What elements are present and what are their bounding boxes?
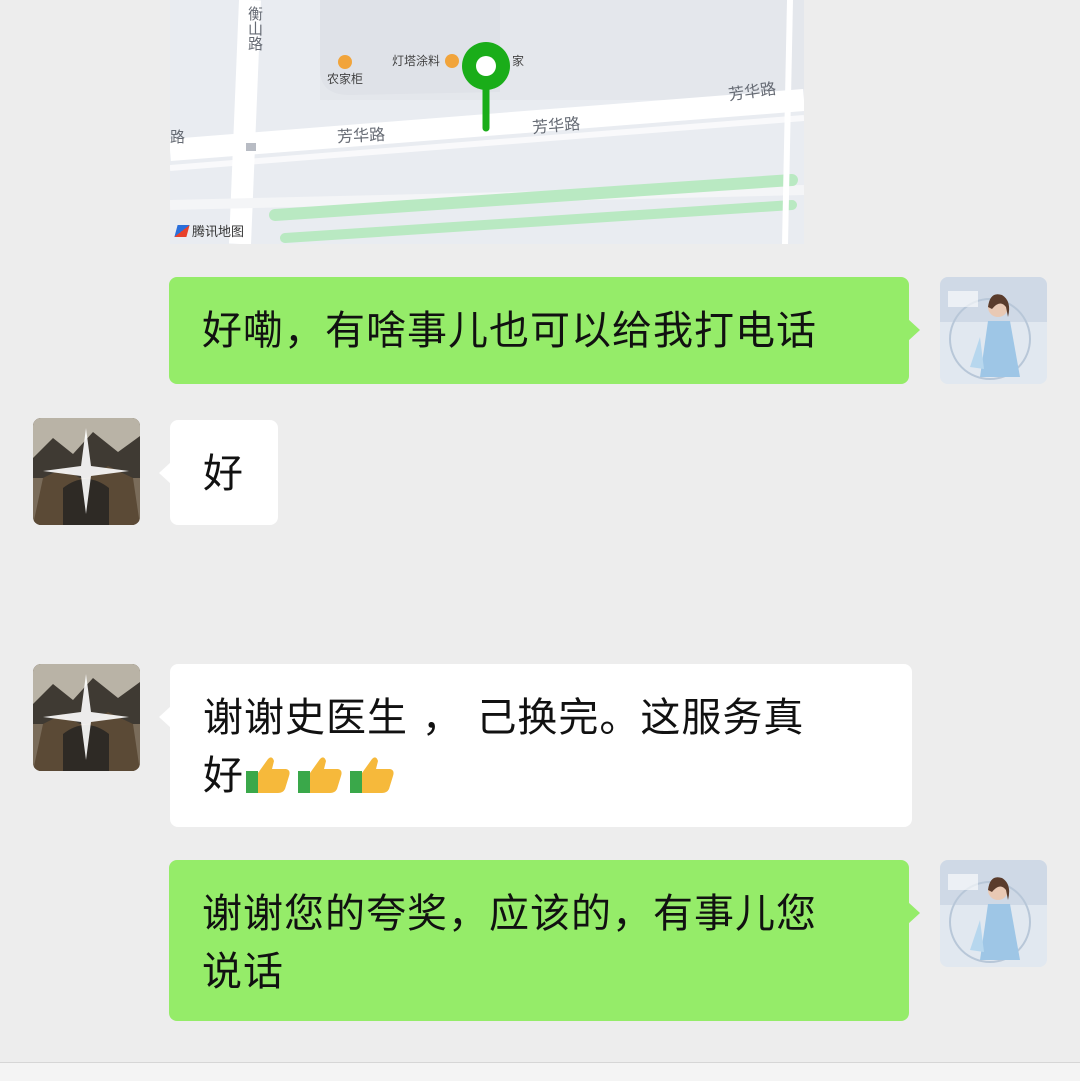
road-label-fanghua-2: 芳华路 (531, 113, 581, 138)
message-text-line2: 好 (203, 753, 244, 799)
map-watermark: 腾讯地图 (174, 221, 245, 240)
thumbs-up-emoji-group (244, 755, 396, 795)
thumbs-up-icon (298, 757, 342, 793)
message-bubble-self[interactable]: 谢谢您的夸奖，应该的，有事儿您 说话 (169, 860, 920, 1021)
road-label-edge: 路 (170, 128, 186, 146)
thumbs-up-icon (350, 757, 394, 793)
message-bubble-other[interactable]: 谢谢史医生 ， 己换完。这服务真 好 (159, 664, 912, 827)
message-bubble-self[interactable]: 好嘞，有啥事儿也可以给我打电话 (169, 277, 920, 384)
message-bubble-other[interactable]: 好 (159, 420, 278, 525)
map-canvas (170, 0, 804, 244)
location-map-card[interactable]: 衡山路 芳华路 芳华路 芳华路 路 农家柜 灯塔涂料 家 腾讯地图 (170, 0, 804, 244)
map-watermark-text: 腾讯地图 (192, 225, 245, 240)
message-text-line2: 说话 (202, 949, 284, 995)
avatar[interactable] (33, 664, 140, 771)
tencent-map-logo-icon (174, 224, 190, 237)
poi-label-dengta: 灯塔涂料 (392, 54, 441, 68)
road-label-fanghua-1: 芳华路 (336, 124, 386, 147)
self-avatar-image (940, 860, 1047, 967)
poi-label-jia: 家 (512, 54, 525, 68)
avatar[interactable] (33, 418, 140, 525)
thumbs-up-icon (246, 757, 290, 793)
self-avatar-image (940, 277, 1047, 384)
input-bar-edge (0, 1062, 1080, 1081)
other-avatar-image (33, 664, 140, 771)
avatar[interactable] (940, 277, 1047, 384)
message-text: 谢谢您的夸奖，应该的，有事儿您 (202, 891, 817, 937)
message-text: 谢谢史医生 ， 己换完。这服务真 (203, 695, 805, 741)
road-label-hengshan: 衡山路 (246, 6, 264, 51)
avatar[interactable] (940, 860, 1047, 967)
message-text: 好嘞，有啥事儿也可以给我打电话 (202, 308, 817, 354)
other-avatar-image (33, 418, 140, 525)
message-text: 好 (203, 451, 244, 497)
poi-label-nongjiagui: 农家柜 (327, 72, 364, 86)
